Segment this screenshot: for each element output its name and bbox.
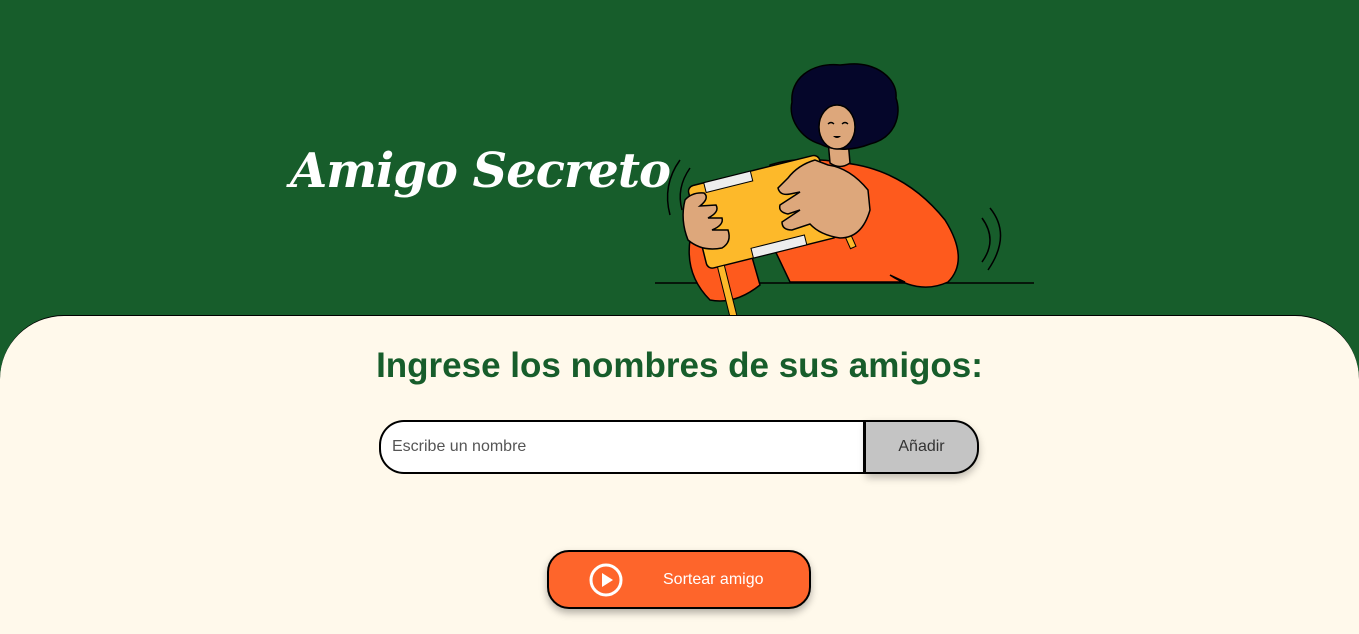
play-circle-icon bbox=[589, 563, 623, 597]
app-title: Amigo Secreto bbox=[290, 143, 671, 199]
name-input[interactable] bbox=[379, 420, 866, 474]
draw-button-label: Sortear amigo bbox=[663, 571, 764, 588]
add-button[interactable]: Añadir bbox=[866, 420, 979, 474]
header-banner: Amigo Secreto bbox=[0, 0, 1359, 318]
section-title: Ingrese los nombres de sus amigos: bbox=[376, 346, 983, 385]
name-input-group: Añadir bbox=[379, 420, 979, 474]
main-panel: Ingrese los nombres de sus amigos: Añadi… bbox=[0, 315, 1359, 634]
draw-friend-button[interactable]: Sortear amigo bbox=[547, 550, 811, 609]
page: Amigo Secreto Ingrese los nombres de sus… bbox=[0, 0, 1359, 634]
gift-illustration bbox=[655, 63, 1034, 318]
